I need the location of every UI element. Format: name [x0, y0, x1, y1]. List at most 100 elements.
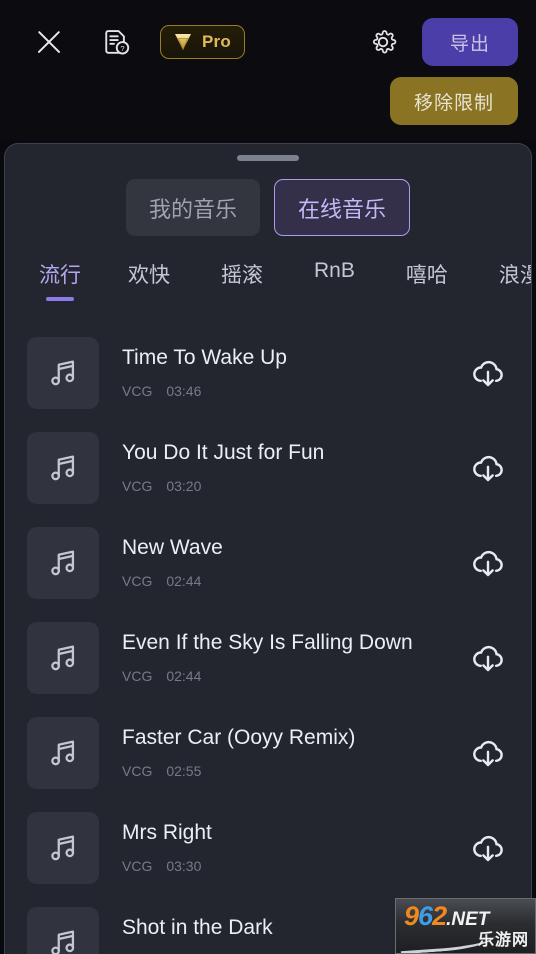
- music-picker-sheet: 我的音乐 在线音乐 流行 欢快 摇滚 RnB 嘻哈 浪漫: [4, 143, 532, 954]
- close-button[interactable]: [24, 17, 74, 67]
- settings-button[interactable]: [358, 17, 408, 67]
- remove-restrictions-button[interactable]: 移除限制: [390, 77, 518, 125]
- music-note-icon: [51, 550, 75, 575]
- watermark-digit-3: 2: [432, 901, 447, 931]
- song-artist: VCG: [122, 477, 153, 494]
- song-thumbnail: [27, 906, 99, 954]
- song-subtitle: VCG 02:44: [122, 573, 467, 589]
- song-row[interactable]: Mrs Right VCG 03:30: [5, 800, 531, 895]
- song-row[interactable]: You Do It Just for Fun VCG 03:20: [5, 420, 531, 515]
- song-thumbnail: [27, 811, 99, 884]
- song-title: Faster Car (Ooyy Remix): [122, 726, 356, 750]
- genre-tab-label: 嘻哈: [405, 264, 448, 287]
- genre-tab-rnb[interactable]: RnB: [314, 259, 381, 283]
- svg-text:?: ?: [120, 44, 124, 53]
- genre-tab-pop[interactable]: 流行: [39, 259, 81, 289]
- cloud-download-icon: [473, 550, 503, 576]
- song-artist: VCG: [122, 572, 153, 589]
- song-thumbnail: [27, 336, 99, 409]
- song-subtitle: VCG 03:20: [122, 478, 467, 494]
- genre-tab-label: 流行: [39, 264, 81, 287]
- song-thumbnail: [27, 526, 99, 599]
- watermark-digit-1: 9: [404, 901, 419, 931]
- music-note-icon: [51, 455, 75, 480]
- app-root: ? Pro 导出 移除限制 我的音乐 在线音乐 流行 欢快 摇滚 RnB 嘻哈 …: [0, 0, 536, 954]
- song-subtitle: VCG 02:55: [122, 763, 467, 779]
- song-subtitle: VCG 02:44: [122, 668, 467, 684]
- gear-icon: [372, 30, 397, 54]
- genre-tab-hiphop[interactable]: 嘻哈: [406, 259, 474, 289]
- toolbar-left-group: ? Pro: [24, 17, 245, 67]
- export-label: 导出: [449, 33, 490, 55]
- song-thumbnail: [27, 621, 99, 694]
- sheet-drag-handle[interactable]: [237, 155, 299, 161]
- song-info: Even If the Sky Is Falling Down VCG 02:4…: [122, 631, 467, 683]
- pro-badge-button[interactable]: Pro: [160, 25, 245, 59]
- song-duration: 02:44: [166, 572, 202, 589]
- tab-my-music[interactable]: 我的音乐: [125, 179, 260, 236]
- watermark-chinese: 乐游网: [477, 932, 529, 949]
- song-artist: VCG: [122, 857, 153, 874]
- cloud-download-icon: [473, 740, 503, 766]
- cloud-download-icon: [473, 835, 503, 861]
- song-row[interactable]: Even If the Sky Is Falling Down VCG 02:4…: [5, 610, 531, 705]
- tab-online-music[interactable]: 在线音乐: [274, 179, 411, 236]
- music-source-segmented-control: 我的音乐 在线音乐: [5, 179, 531, 236]
- download-button[interactable]: [467, 542, 509, 584]
- song-list: Time To Wake Up VCG 03:46 You Do It Just…: [5, 325, 531, 954]
- cloud-download-icon: [473, 645, 503, 671]
- remove-restrictions-label: 移除限制: [413, 92, 494, 114]
- music-note-icon: [51, 930, 75, 954]
- song-artist: VCG: [122, 382, 153, 399]
- close-icon: [35, 28, 63, 56]
- cloud-download-icon: [473, 455, 503, 481]
- pro-label: Pro: [202, 32, 231, 51]
- music-note-icon: [51, 645, 75, 670]
- help-button[interactable]: ?: [92, 17, 142, 67]
- song-duration: 02:44: [166, 667, 202, 684]
- song-info: Faster Car (Ooyy Remix) VCG 02:55: [122, 726, 467, 778]
- export-button[interactable]: 导出: [422, 18, 518, 66]
- song-thumbnail: [27, 431, 99, 504]
- watermark-domain: 962.NET: [404, 903, 489, 930]
- download-button[interactable]: [467, 827, 509, 869]
- song-row[interactable]: Time To Wake Up VCG 03:46: [5, 325, 531, 420]
- song-subtitle: VCG 03:46: [122, 383, 467, 399]
- download-button[interactable]: [467, 732, 509, 774]
- song-duration: 03:20: [166, 477, 202, 494]
- song-title: Even If the Sky Is Falling Down: [122, 631, 413, 655]
- song-info: You Do It Just for Fun VCG 03:20: [122, 441, 467, 493]
- song-thumbnail: [27, 716, 99, 789]
- download-button[interactable]: [467, 352, 509, 394]
- cloud-download-icon: [473, 360, 503, 386]
- toolbar-right-group: 导出: [358, 17, 518, 67]
- download-button[interactable]: [467, 447, 509, 489]
- document-question-icon: ?: [105, 30, 130, 55]
- song-row[interactable]: Faster Car (Ooyy Remix) VCG 02:55: [5, 705, 531, 800]
- music-note-icon: [51, 360, 75, 385]
- song-info: New Wave VCG 02:44: [122, 536, 467, 588]
- genre-tab-strip[interactable]: 流行 欢快 摇滚 RnB 嘻哈 浪漫 气: [5, 259, 531, 309]
- download-button[interactable]: [467, 637, 509, 679]
- song-subtitle: VCG 03:30: [122, 858, 467, 874]
- top-toolbar: ? Pro 导出 移除限制: [0, 0, 536, 140]
- genre-tab-label: 摇滚: [221, 264, 263, 287]
- genre-tab-happy[interactable]: 欢快: [128, 259, 196, 289]
- genre-tab-label: RnB: [314, 259, 355, 282]
- song-duration: 03:30: [166, 857, 202, 874]
- genre-tab-rock[interactable]: 摇滚: [221, 259, 289, 289]
- song-title: New Wave: [122, 536, 223, 560]
- song-info: Time To Wake Up VCG 03:46: [122, 346, 467, 398]
- song-row[interactable]: New Wave VCG 02:44: [5, 515, 531, 610]
- tab-my-music-label: 我的音乐: [148, 196, 237, 222]
- song-info: Mrs Right VCG 03:30: [122, 821, 467, 873]
- song-title: Mrs Right: [122, 821, 212, 845]
- song-duration: 02:55: [166, 762, 202, 779]
- song-title: Time To Wake Up: [122, 346, 287, 370]
- genre-tab-romantic[interactable]: 浪漫: [499, 259, 531, 289]
- tab-online-music-label: 在线音乐: [298, 196, 387, 222]
- song-artist: VCG: [122, 667, 153, 684]
- site-watermark: 962.NET 乐游网: [395, 898, 536, 954]
- genre-tab-label: 浪漫: [498, 264, 531, 287]
- song-artist: VCG: [122, 762, 153, 779]
